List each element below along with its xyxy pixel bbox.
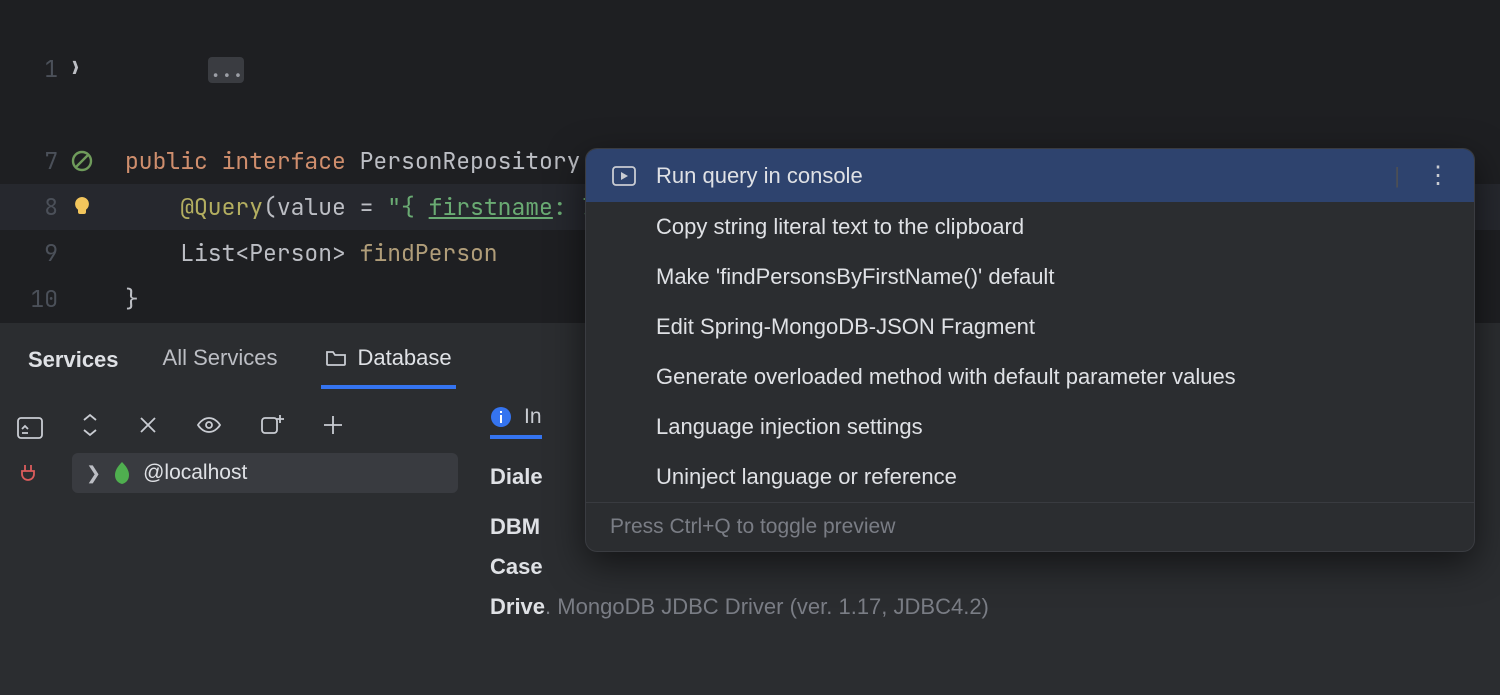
popup-item-run-query[interactable]: Run query in console | ⋮	[586, 149, 1474, 202]
run-console-icon	[612, 166, 636, 186]
fold-indicator[interactable]: ...	[208, 57, 244, 83]
popup-hint: Press Ctrl+Q to toggle preview	[586, 502, 1474, 551]
close-icon[interactable]	[138, 415, 158, 435]
popup-item[interactable]: Make 'findPersonsByFirstName()' default	[586, 252, 1474, 302]
info-icon	[490, 406, 512, 428]
plus-icon[interactable]	[322, 414, 344, 436]
tab-all-services[interactable]: All Services	[159, 337, 282, 389]
popup-item[interactable]: Uninject language or reference	[586, 452, 1474, 502]
no-entry-icon	[70, 149, 94, 173]
popup-item-label: Copy string literal text to the clipboar…	[656, 214, 1450, 240]
tree-node-label: @localhost	[143, 461, 247, 485]
popup-item-label: Run query in console	[656, 163, 1368, 189]
lightbulb-icon[interactable]	[70, 195, 94, 219]
toolwindow-title: Services	[28, 339, 119, 387]
popup-item[interactable]: Generate overloaded method with default …	[586, 352, 1474, 402]
line-number: 9	[0, 230, 70, 276]
toolwindow-tree: ❯ @localhost	[60, 395, 470, 695]
details-tab[interactable]: In	[490, 405, 542, 439]
eye-icon[interactable]	[196, 415, 222, 435]
new-session-icon[interactable]	[260, 413, 284, 437]
line-number: 10	[0, 276, 70, 322]
popup-item[interactable]: Edit Spring-MongoDB-JSON Fragment	[586, 302, 1474, 352]
kebab-icon[interactable]: ⋮	[1426, 161, 1450, 190]
folder-icon	[325, 349, 347, 367]
chevron-right-icon[interactable]: ❯	[70, 46, 81, 92]
chevron-right-icon: ❯	[86, 463, 101, 484]
toolwindow-sidebar	[0, 395, 60, 695]
popup-item[interactable]: Language injection settings	[586, 402, 1474, 452]
popup-item-label: Uninject language or reference	[656, 464, 1450, 490]
tree-node-localhost[interactable]: ❯ @localhost	[72, 453, 458, 493]
code-text[interactable]: }	[125, 276, 139, 322]
console-icon[interactable]	[17, 417, 43, 439]
code-text[interactable]: List<Person> findPerson	[125, 230, 498, 276]
mongodb-leaf-icon	[113, 461, 131, 485]
plug-disconnect-icon[interactable]	[17, 461, 43, 487]
popup-item-label: Generate overloaded method with default …	[656, 364, 1450, 390]
tab-database[interactable]: Database	[321, 337, 455, 389]
popup-item[interactable]: Copy string literal text to the clipboar…	[586, 202, 1474, 252]
popup-item-label: Make 'findPersonsByFirstName()' default	[656, 264, 1450, 290]
expand-collapse-icon[interactable]	[80, 413, 100, 437]
line-number: 7	[0, 138, 70, 184]
popup-item-label: Edit Spring-MongoDB-JSON Fragment	[656, 314, 1450, 340]
tree-toolbar	[60, 407, 470, 453]
intention-popup: Run query in console | ⋮ Copy string lit…	[585, 148, 1475, 552]
popup-item-label: Language injection settings	[656, 414, 1450, 440]
code-line: 1 ❯ ...	[0, 0, 1500, 138]
line-number: 8	[0, 184, 70, 230]
line-number: 1	[0, 46, 70, 92]
